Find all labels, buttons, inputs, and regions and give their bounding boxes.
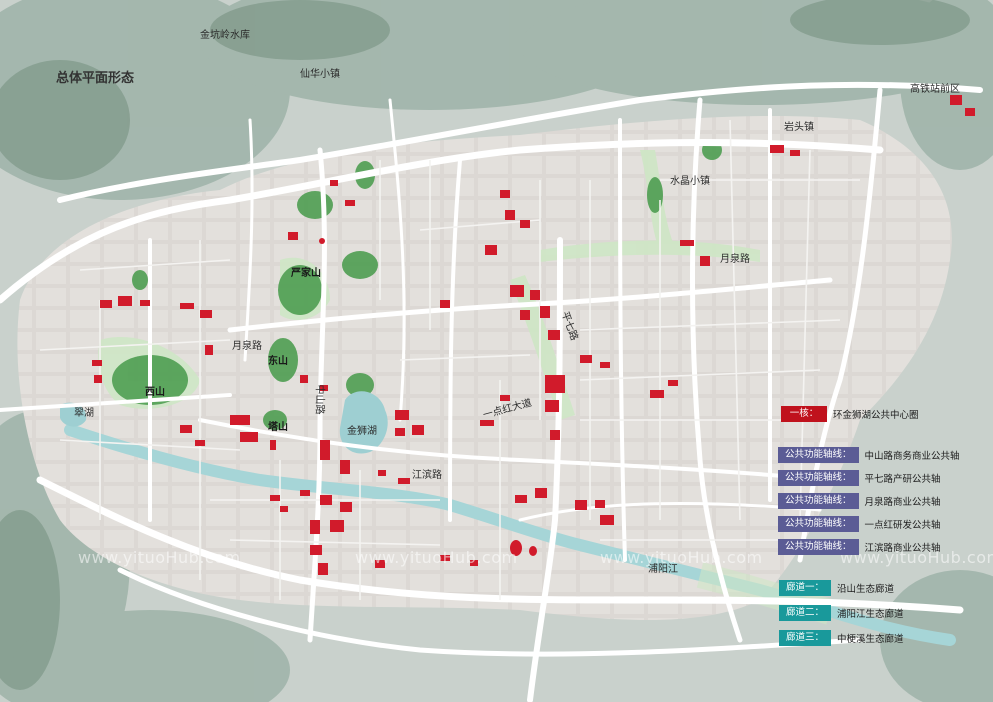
label-tashan: 塔山 <box>268 422 288 433</box>
master-plan-map: 总体平面形态 金坑岭水库 仙华小镇 高铁站前区 岩头镇 水晶小镇 严家山 东山 … <box>0 0 993 702</box>
label-xianhua: 仙华小镇 <box>300 69 340 80</box>
legend-axis-text: 一点红研发公共轴 <box>864 520 941 531</box>
legend-corridor-tag: 廊道一： <box>779 580 832 596</box>
road-yuequan-west: 月泉路 <box>232 341 262 352</box>
legend-axis-text: 平七路产研公共轴 <box>864 474 941 485</box>
legend-axis-tag: 公共功能轴线： <box>778 447 859 463</box>
legend-axis-text: 江滨路商业公共轴 <box>864 543 941 554</box>
legend-corridor-tag: 廊道三： <box>779 630 832 646</box>
legend-corridor-text: 中梗溪生态廊道 <box>837 634 904 645</box>
legend-axis: 公共功能轴线： 月泉路商业公共轴 <box>778 492 941 510</box>
legend-axis: 公共功能轴线： 平七路产研公共轴 <box>778 469 941 487</box>
label-cuihu: 翠湖 <box>74 408 94 419</box>
legend-axis-text: 月泉路商业公共轴 <box>864 497 941 508</box>
legend-axis-tag: 公共功能轴线： <box>778 539 859 555</box>
legend-corridor-tag: 廊道二： <box>779 605 832 621</box>
watermark: www.yituoHub.com <box>355 548 518 567</box>
road-jiangbin: 江滨路 <box>412 470 442 481</box>
legend-corridor-text: 浦阳江生态廊道 <box>837 609 904 620</box>
watermark: www.yituoHub.com <box>600 548 763 567</box>
legend-axis: 公共功能轴线： 中山路商务商业公共轴 <box>778 446 960 464</box>
label-xishan: 西山 <box>145 387 165 398</box>
legend-axis: 公共功能轴线： 江滨路商业公共轴 <box>778 538 941 556</box>
legend-corridor-text: 沿山生态廊道 <box>837 584 895 595</box>
legend-axis: 公共功能轴线： 一点红研发公共轴 <box>778 515 941 533</box>
map-title: 总体平面形态 <box>56 71 135 86</box>
legend-axis-tag: 公共功能轴线： <box>778 516 859 532</box>
road-zhongshan: 中山路 <box>313 384 325 415</box>
label-yantou: 岩头镇 <box>784 122 814 133</box>
legend-core: 一核： 环金狮湖公共中心圈 <box>781 405 919 423</box>
label-dongshan: 东山 <box>268 356 288 367</box>
legend-core-text: 环金狮湖公共中心圈 <box>833 410 919 421</box>
label-jinshihu: 金狮湖 <box>347 426 377 437</box>
legend-corridor: 廊道三： 中梗溪生态廊道 <box>779 629 904 647</box>
legend-axis-tag: 公共功能轴线： <box>778 470 859 486</box>
watermark: www.yituoHub.com <box>78 548 241 567</box>
road-yuequan-east: 月泉路 <box>720 254 750 265</box>
label-shuijing: 水晶小镇 <box>670 176 710 187</box>
legend-corridor: 廊道一： 沿山生态廊道 <box>779 579 894 597</box>
legend-axis-text: 中山路商务商业公共轴 <box>864 451 960 462</box>
label-yanjiashan: 严家山 <box>291 268 321 279</box>
legend-corridor: 廊道二： 浦阳江生态廊道 <box>779 604 904 622</box>
legend-axis-tag: 公共功能轴线： <box>778 493 859 509</box>
legend-core-tag: 一核： <box>781 406 827 422</box>
label-jinkengling: 金坑岭水库 <box>200 30 250 41</box>
label-gaotie: 高铁站前区 <box>910 84 960 95</box>
